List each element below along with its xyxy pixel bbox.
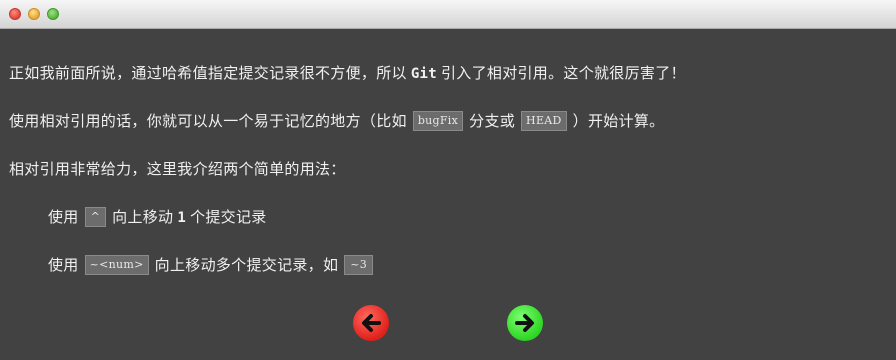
right-arrow-icon [515,314,534,332]
code-caret: ^ [84,206,107,227]
usage-item-label: 使用 [48,208,79,226]
relative-ref-middle: 分支或 [469,112,516,130]
relative-ref-text: 使用相对引用的话，你就可以从一个易于记忆的地方（比如 [9,112,407,130]
git-keyword: Git [410,66,437,82]
dialog-content: 正如我前面所说，通过哈希值指定提交记录很不方便，所以 Git 引入了相对引用。这个就… [0,29,896,360]
previous-button[interactable] [353,305,389,341]
close-window-button[interactable] [9,8,21,20]
next-button[interactable] [507,305,543,341]
maximize-window-button[interactable] [47,8,59,20]
code-head: HEAD [521,110,567,131]
intro-text: 正如我前面所说，通过哈希值指定提交记录很不方便，所以 [9,64,407,82]
relative-ref-end: ）开始计算。 [572,112,665,130]
usage-item-middle: 向上移动 [112,208,174,226]
intro-text-end: 引入了相对引用。这个就很厉害了！ [441,64,686,82]
relative-ref-paragraph: 使用相对引用的话，你就可以从一个易于记忆的地方（比如 bugFix 分支或 HEAD ）… [9,110,665,132]
usage-item-label: 使用 [48,256,79,274]
usage-item-tilde: 使用 ~<num> 向上移动多个提交记录，如 ~3 [48,254,379,276]
code-tilde-3: ~3 [344,254,374,275]
code-tilde-num: ~<num> [84,254,149,275]
code-bugfix: bugFix [412,110,464,131]
usage-item-middle: 向上移动多个提交记录，如 [154,256,339,274]
window-titlebar [0,0,896,29]
usage-item-number: 1 [177,210,187,226]
left-arrow-icon [362,314,381,332]
minimize-window-button[interactable] [28,8,40,20]
usage-item-end: 个提交记录 [190,208,267,226]
usage-intro: 相对引用非常给力，这里我介绍两个简单的用法： [9,160,346,178]
intro-paragraph: 正如我前面所说，通过哈希值指定提交记录很不方便，所以 Git 引入了相对引用。这个就… [9,63,686,84]
usage-item-caret: 使用 ^ 向上移动 1 个提交记录 [48,206,267,228]
